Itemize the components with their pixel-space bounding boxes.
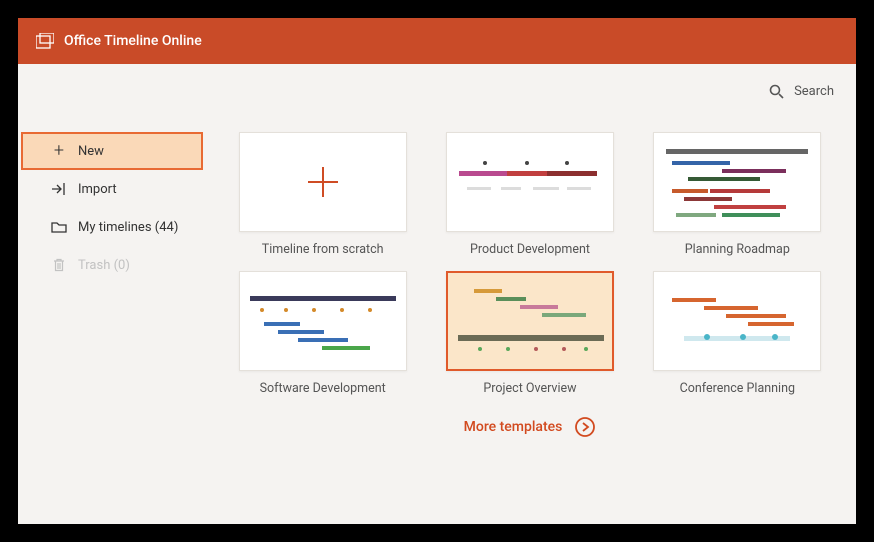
search-icon (769, 84, 784, 99)
template-card-conference-planning: Conference Planning (649, 271, 826, 396)
template-label: Software Development (234, 381, 411, 396)
trash-icon (50, 258, 68, 272)
template-label: Timeline from scratch (234, 242, 411, 257)
search-label: Search (794, 84, 834, 99)
sidebar-item-new[interactable]: + New (21, 132, 203, 170)
app-title: Office Timeline Online (64, 33, 202, 49)
sidebar-item-import[interactable]: Import (18, 170, 203, 208)
sidebar-item-my-timelines[interactable]: My timelines (44) (18, 208, 203, 246)
sidebar-item-trash[interactable]: Trash (0) (18, 246, 203, 284)
template-label: Conference Planning (649, 381, 826, 396)
template-thumb[interactable] (653, 271, 821, 371)
template-label: Planning Roadmap (649, 242, 826, 257)
app-header: Office Timeline Online (18, 18, 856, 64)
template-card-planning-roadmap: Planning Roadmap (649, 132, 826, 257)
template-thumb[interactable] (239, 271, 407, 371)
template-card-scratch: Timeline from scratch (234, 132, 411, 257)
more-templates-button[interactable]: More templates (214, 416, 846, 438)
template-thumb[interactable] (446, 271, 614, 371)
template-thumb[interactable] (239, 132, 407, 232)
template-label: Project Overview (441, 381, 618, 396)
template-thumb[interactable] (446, 132, 614, 232)
template-card-product-development: Product Development (441, 132, 618, 257)
template-card-project-overview: Project Overview (441, 271, 618, 396)
template-card-software-development: Software Development (234, 271, 411, 396)
app-logo-icon (36, 33, 54, 49)
sidebar-item-label: Trash (0) (78, 258, 130, 273)
folder-icon (50, 221, 68, 233)
plus-icon: + (50, 142, 68, 160)
arrow-right-circle-icon (574, 416, 596, 438)
sidebar-item-label: New (78, 144, 104, 159)
sidebar-item-label: My timelines (44) (78, 220, 178, 235)
import-icon (50, 183, 68, 195)
main-content: Timeline from scratch (214, 124, 846, 524)
more-templates-label: More templates (464, 419, 563, 435)
sidebar-item-label: Import (78, 182, 117, 197)
template-label: Product Development (441, 242, 618, 257)
template-grid: Timeline from scratch (214, 124, 846, 396)
sidebar: + New Import My timelines (44) Trash (0 (18, 132, 203, 284)
template-thumb[interactable] (653, 132, 821, 232)
search-button[interactable]: Search (769, 84, 834, 99)
